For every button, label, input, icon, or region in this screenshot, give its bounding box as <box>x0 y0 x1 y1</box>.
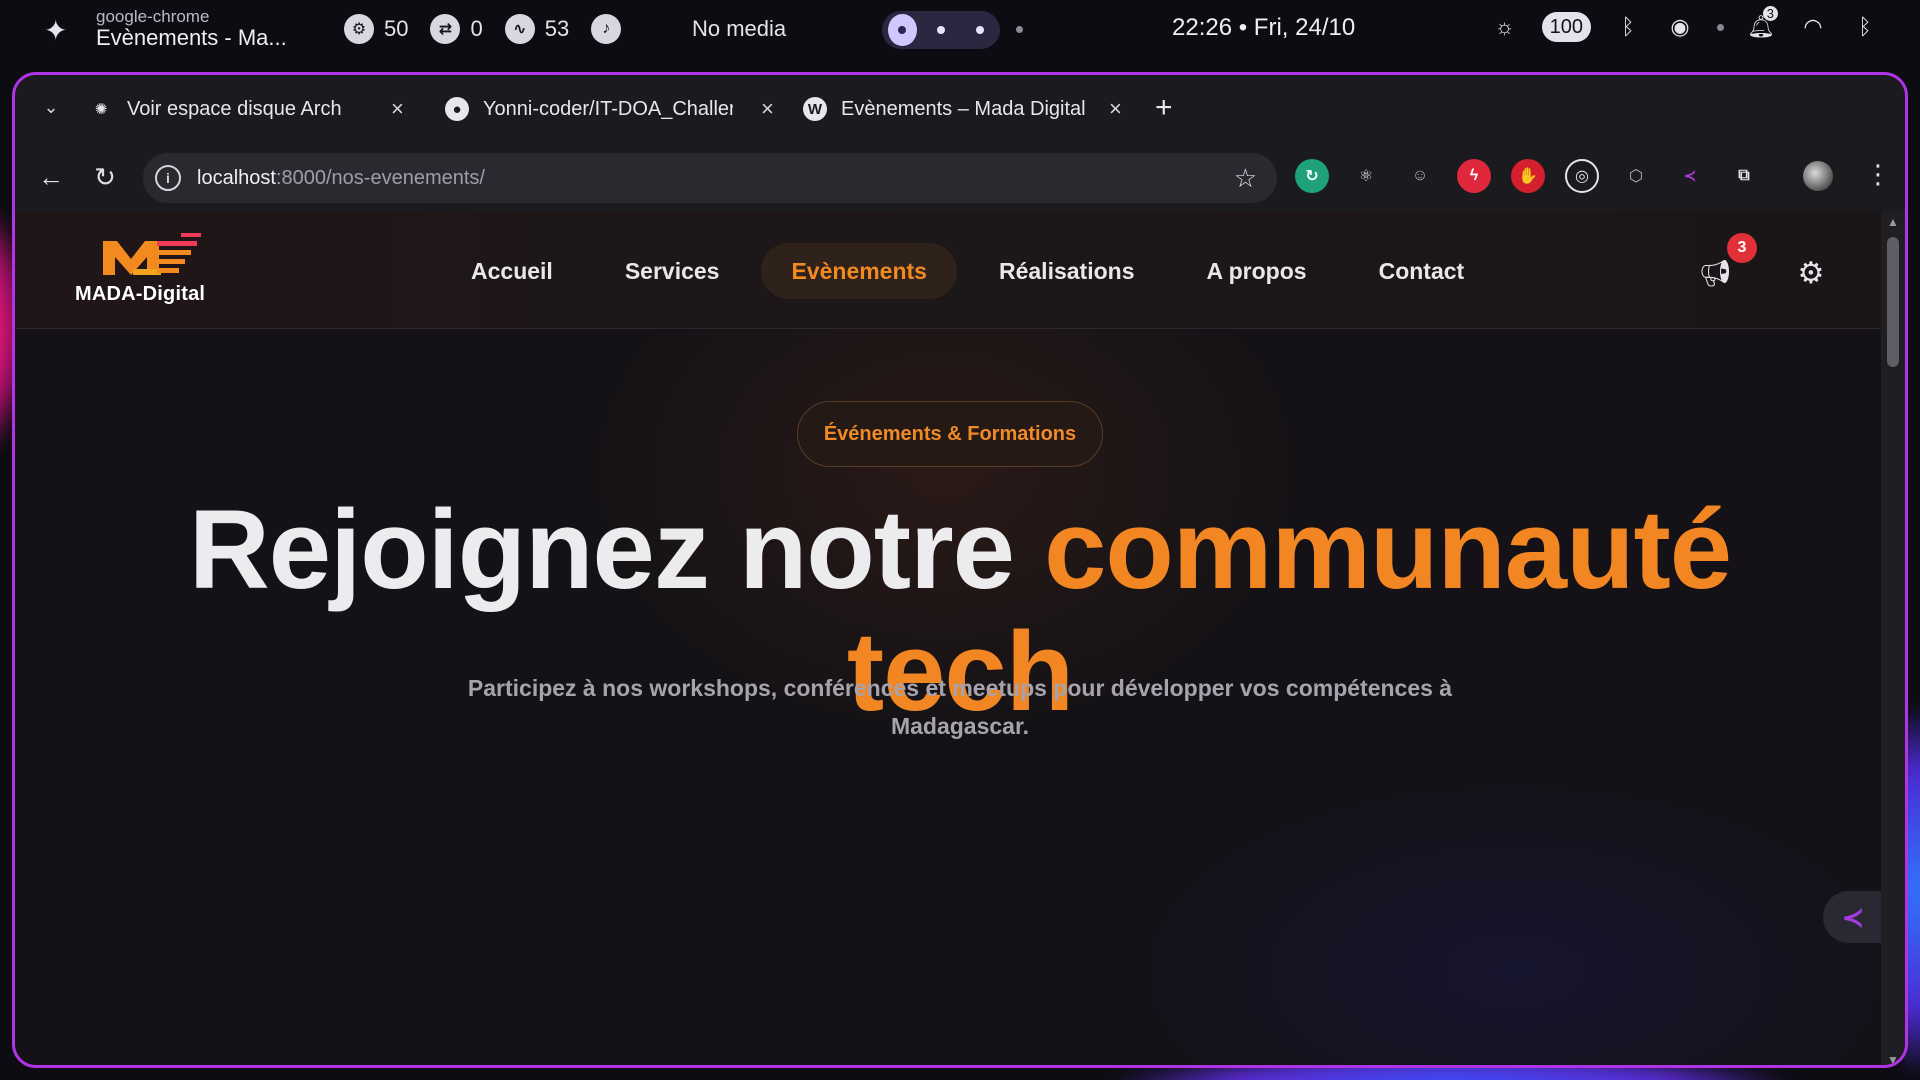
system-top-bar: ✦ google-chrome Evènements - Ma... ⚙ 50 … <box>0 0 1920 60</box>
nav-evenements[interactable]: Evènements <box>761 243 957 299</box>
notification-count: 3 <box>1762 6 1778 21</box>
new-tab-plus-icon[interactable]: + <box>1155 91 1173 125</box>
launcher-sparkle-icon[interactable]: ✦ <box>44 14 67 47</box>
megaphone-icon[interactable]: 📢︎ <box>1695 253 1735 293</box>
main-navigation: Accueil Services Evènements Réalisations… <box>441 243 1506 299</box>
url-path: :8000/nos-evenements/ <box>275 166 485 189</box>
logo-text[interactable]: MADA-Digital <box>75 283 205 306</box>
clock[interactable]: 22:26 • Fri, 24/10 <box>1172 14 1355 42</box>
back-arrow-icon[interactable]: ← <box>35 161 67 193</box>
browser-toolbar: ← ↻ i localhost:8000/nos-evenements/ ☆ ↻… <box>15 141 1905 211</box>
scroll-down-arrow-icon[interactable]: ▼ <box>1887 1053 1899 1065</box>
music-icon[interactable]: ♪ <box>591 14 622 44</box>
purple-extension-icon[interactable]: ≺ <box>1673 159 1707 193</box>
workspace-2[interactable] <box>927 14 956 46</box>
swap-icon: ⇄ <box>430 14 461 44</box>
tab-label: Evènements – Mada Digital <box>841 97 1086 120</box>
profile-avatar[interactable] <box>1803 161 1833 191</box>
workspace-3[interactable] <box>965 14 994 46</box>
nav-contact[interactable]: Contact <box>1349 243 1495 299</box>
tab-search-chevron-icon[interactable]: ⌄ <box>37 93 65 121</box>
site-header: MADA-Digital Accueil Services Evènements… <box>15 211 1881 329</box>
notification-bell-icon[interactable]: 🔔︎ 3 <box>1746 6 1778 42</box>
cpu-stat[interactable]: ⚙ 50 <box>344 14 408 44</box>
swap-value: 0 <box>470 16 483 41</box>
workspace-switcher <box>882 11 1000 49</box>
nav-realisations[interactable]: Réalisations <box>969 243 1165 299</box>
nav-services[interactable]: Services <box>595 243 750 299</box>
tab-wordpress-active[interactable]: W Evènements – Mada Digital × <box>803 87 1143 131</box>
bluetooth-headset-icon[interactable]: ᛒ <box>1613 12 1643 42</box>
brightness-icon[interactable]: ☼ <box>1490 12 1520 42</box>
chatgpt-icon: ✺ <box>94 101 108 118</box>
media-status[interactable]: No media <box>692 16 786 42</box>
github-icon: ● <box>445 97 469 121</box>
adblock-hand-icon[interactable]: ✋ <box>1511 159 1545 193</box>
page-scrollbar[interactable]: ▲ ▼ <box>1881 211 1905 1065</box>
battery-indicator[interactable]: 100 <box>1541 12 1591 42</box>
site-info-icon[interactable]: i <box>155 165 181 191</box>
ai-extension-icon[interactable]: ⬡ <box>1619 159 1653 193</box>
swap-stat[interactable]: ⇄ 0 <box>430 14 483 44</box>
floating-extension-button[interactable]: ≺ <box>1823 891 1881 943</box>
cpu-icon: ⚙ <box>344 14 374 44</box>
active-window-class: google-chrome <box>96 7 210 26</box>
section-pill-badge: Événements & Formations <box>797 401 1103 467</box>
active-window-info: google-chrome Evènements - Ma... <box>96 8 287 49</box>
web-page: MADA-Digital Accueil Services Evènements… <box>15 211 1881 1065</box>
tab-label: Yonni-coder/IT-DOA_Challer <box>483 97 733 120</box>
close-tab-icon[interactable]: × <box>391 96 404 122</box>
browser-menu-kebab-icon[interactable]: ⋮ <box>1865 159 1891 190</box>
hero-subtitle: Participez à nos workshops, conférences … <box>467 675 1453 739</box>
memory-value: 53 <box>544 16 570 41</box>
address-url[interactable]: localhost:8000/nos-evenements/ <box>197 167 485 190</box>
grammar-extension-icon[interactable]: ↻ <box>1295 159 1329 193</box>
cpu-value: 50 <box>384 16 409 41</box>
system-tray: ☼ 100 ᛒ ◉ 🔔︎ 3 ◠ ᛒ <box>1490 6 1880 42</box>
active-window-title: Evènements - Ma... <box>96 25 287 50</box>
tab-chatgpt[interactable]: ✺ Voir espace disque Arch × <box>89 87 419 131</box>
extensions-puzzle-icon[interactable]: ⧉ <box>1727 159 1761 193</box>
gear-icon[interactable]: ⚙ <box>1791 253 1831 293</box>
extensions-row: ↻ ⚛ ☺ ϟ ✋ ◎ ⬡ ≺ ⧉ <box>1295 159 1761 193</box>
close-tab-icon[interactable]: × <box>1109 96 1122 122</box>
address-bar[interactable]: i localhost:8000/nos-evenements/ ☆ <box>143 153 1277 203</box>
url-host: localhost <box>197 166 276 189</box>
sloth-extension-icon[interactable]: ☺ <box>1403 159 1437 193</box>
nav-a-propos[interactable]: A propos <box>1176 243 1336 299</box>
target-extension-icon[interactable]: ◎ <box>1565 159 1599 193</box>
system-resources: ⚙ 50 ⇄ 0 ∿ 53 ♪ <box>344 14 622 44</box>
memory-icon: ∿ <box>504 14 535 44</box>
tab-label: Voir espace disque Arch <box>127 97 342 120</box>
scroll-up-arrow-icon[interactable]: ▲ <box>1887 215 1899 229</box>
react-devtools-icon[interactable]: ⚛ <box>1349 159 1383 193</box>
workspace-4[interactable] <box>1016 26 1023 33</box>
scrollbar-thumb[interactable] <box>1887 237 1899 367</box>
hero-title-part1: Rejoignez notre <box>188 487 1045 612</box>
tray-separator-dot <box>1717 23 1724 31</box>
wordpress-icon: W <box>803 97 827 121</box>
lightning-extension-icon[interactable]: ϟ <box>1457 159 1491 193</box>
browser-window: ⌄ ✺ Voir espace disque Arch × ● Yonni-co… <box>12 72 1908 1068</box>
reload-icon[interactable]: ↻ <box>89 161 121 193</box>
nav-accueil[interactable]: Accueil <box>441 243 583 299</box>
close-tab-icon[interactable]: × <box>761 96 774 122</box>
workspace-1[interactable] <box>888 14 917 46</box>
hero-title-accent-1: communauté <box>1044 487 1732 612</box>
wifi-icon[interactable]: ◠ <box>1798 12 1828 42</box>
purple-extension-icon: ≺ <box>1841 901 1865 933</box>
bookmark-star-icon[interactable]: ☆ <box>1234 163 1257 194</box>
bluetooth-icon[interactable]: ᛒ <box>1850 12 1880 42</box>
tab-strip: ⌄ ✺ Voir espace disque Arch × ● Yonni-co… <box>15 75 1905 141</box>
notification-badge: 3 <box>1727 233 1757 263</box>
memory-stat[interactable]: ∿ 53 <box>504 14 570 44</box>
vpn-icon[interactable]: ◉ <box>1665 12 1695 42</box>
tab-github[interactable]: ● Yonni-coder/IT-DOA_Challer × <box>445 87 785 131</box>
